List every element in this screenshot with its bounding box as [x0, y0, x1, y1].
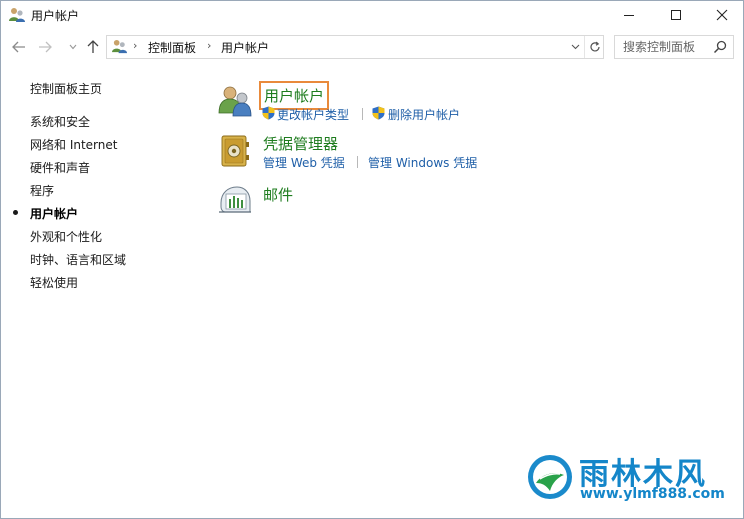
- minimize-button[interactable]: [606, 1, 652, 29]
- window-title: 用户帐户: [31, 9, 80, 23]
- category-mail[interactable]: 邮件: [263, 184, 293, 205]
- back-button[interactable]: [9, 37, 29, 57]
- breadcrumb-control-panel[interactable]: 控制面板: [148, 39, 196, 56]
- address-dropdown-button[interactable]: [566, 36, 584, 58]
- title-bar[interactable]: 用户帐户: [1, 1, 743, 29]
- sidebar-item-user-accounts[interactable]: 用户帐户: [30, 205, 78, 222]
- close-button[interactable]: [699, 1, 743, 29]
- sidebar-item-ease-of-access[interactable]: 轻松使用: [30, 274, 78, 291]
- sidebar-item-control-panel-home[interactable]: 控制面板主页: [30, 80, 102, 97]
- refresh-button[interactable]: [584, 36, 604, 58]
- sidebar-item-system-security[interactable]: 系统和安全: [30, 113, 90, 130]
- sidebar-item-network-internet[interactable]: 网络和 Internet: [30, 136, 117, 153]
- watermark-url: www.ylmf888.com: [580, 486, 725, 502]
- current-item-bullet-icon: [13, 210, 18, 215]
- uac-shield-icon: [262, 106, 275, 120]
- arrow-up-icon: [87, 40, 99, 53]
- search-icon[interactable]: [712, 39, 728, 55]
- breadcrumb-separator-icon[interactable]: ›: [133, 39, 137, 52]
- user-accounts-icon: [112, 39, 127, 54]
- user-accounts-icon[interactable]: [217, 83, 253, 119]
- sidebar-item-clock-language-region[interactable]: 时钟、语言和区域: [30, 251, 126, 268]
- link-manage-web-credentials[interactable]: 管理 Web 凭据: [263, 154, 345, 171]
- up-button[interactable]: [83, 37, 103, 57]
- maximize-icon: [671, 10, 681, 20]
- link-manage-windows-credentials[interactable]: 管理 Windows 凭据: [368, 154, 477, 171]
- category-credential-manager[interactable]: 凭据管理器: [263, 133, 338, 154]
- refresh-icon: [589, 41, 600, 52]
- arrow-left-icon: [12, 41, 25, 53]
- search-box[interactable]: [614, 35, 734, 59]
- link-delete-user-accounts[interactable]: 删除用户帐户: [388, 106, 460, 123]
- chevron-down-icon: [69, 44, 77, 50]
- ylmf-logo-icon: [528, 455, 572, 499]
- forward-button[interactable]: [35, 37, 55, 57]
- sidebar-item-programs[interactable]: 程序: [30, 182, 54, 199]
- arrow-right-icon: [39, 41, 52, 53]
- address-bar[interactable]: › 控制面板 › 用户帐户: [106, 35, 604, 59]
- link-separator: [362, 108, 363, 120]
- sidebar-item-hardware-sound[interactable]: 硬件和声音: [30, 159, 90, 176]
- control-panel-window: 用户帐户 › 控制面板 › 用户帐户 搜索控制面板 控制面板主页 系统和安全 网…: [0, 0, 744, 519]
- uac-shield-icon: [372, 106, 385, 120]
- recent-locations-button[interactable]: [63, 37, 83, 57]
- search-input[interactable]: [615, 36, 719, 58]
- breadcrumb-user-accounts[interactable]: 用户帐户: [221, 39, 269, 56]
- link-change-account-type[interactable]: 更改帐户类型: [277, 106, 349, 123]
- link-separator: [357, 156, 358, 168]
- close-icon: [716, 9, 728, 21]
- credential-vault-icon[interactable]: [217, 133, 253, 169]
- maximize-button[interactable]: [653, 1, 699, 29]
- minimize-icon: [624, 15, 634, 16]
- mail-icon[interactable]: [217, 181, 253, 217]
- sidebar-item-appearance[interactable]: 外观和个性化: [30, 228, 102, 245]
- chevron-down-icon: [571, 44, 579, 50]
- user-accounts-icon: [9, 8, 25, 22]
- breadcrumb-separator-icon[interactable]: ›: [207, 39, 211, 52]
- category-user-accounts[interactable]: 用户帐户: [258, 81, 330, 110]
